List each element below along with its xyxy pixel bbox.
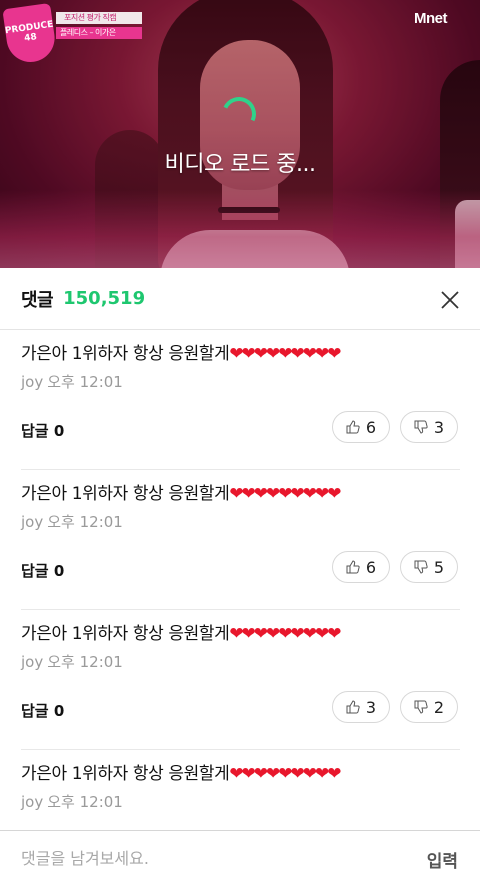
- comment-text: 가은아 1위하자 항상 응원할게❤❤❤❤❤❤❤❤❤: [21, 619, 342, 644]
- comment-item: 가은아 1위하자 항상 응원할게❤❤❤❤❤❤❤❤❤ joy 오후 12:01 답글…: [21, 610, 460, 750]
- dislike-count: 3: [433, 417, 445, 437]
- comment-time: 오후 12:01: [47, 513, 123, 531]
- like-count: 6: [365, 417, 377, 437]
- heart-emoji-icon: ❤❤❤❤❤❤❤❤❤: [229, 764, 341, 784]
- like-button[interactable]: 6: [332, 551, 390, 583]
- thumbs-down-icon: [414, 420, 428, 434]
- comment-author: joy: [21, 513, 44, 531]
- caption-top: 포지션 평가 직캠: [56, 12, 142, 24]
- comment-input[interactable]: [0, 831, 400, 884]
- like-button[interactable]: 6: [332, 411, 390, 443]
- comment-input-bar: 입력: [0, 830, 480, 884]
- loading-text: 비디오 로드 중...: [164, 152, 316, 177]
- comment-list[interactable]: 가은아 1위하자 항상 응원할게❤❤❤❤❤❤❤❤❤ joy 오후 12:01 답글…: [0, 330, 480, 830]
- comment-author: joy: [21, 653, 44, 671]
- comments-count: 150,519: [63, 288, 146, 309]
- comment-item: 가은아 1위하자 항상 응원할게❤❤❤❤❤❤❤❤❤ joy 오후 12:01 답글…: [21, 330, 460, 470]
- thumbs-up-icon: [346, 560, 360, 574]
- comment-meta: joy 오후 12:01: [21, 511, 123, 532]
- thumbs-up-icon: [346, 700, 360, 714]
- comment-body: 가은아 1위하자 항상 응원할게: [21, 764, 230, 784]
- comment-body: 가은아 1위하자 항상 응원할게: [21, 624, 230, 644]
- comment-author: joy: [21, 793, 44, 811]
- like-button[interactable]: 3: [332, 691, 390, 723]
- caption-bottom: 플레디스 – 이가은: [56, 27, 142, 39]
- comment-text: 가은아 1위하자 항상 응원할게❤❤❤❤❤❤❤❤❤: [21, 759, 342, 784]
- heart-emoji-icon: ❤❤❤❤❤❤❤❤❤: [229, 624, 341, 644]
- comment-author: joy: [21, 373, 44, 391]
- heart-emoji-icon: ❤❤❤❤❤❤❤❤❤: [229, 484, 341, 504]
- reply-count-button[interactable]: 답글 0: [21, 560, 64, 581]
- comment-body: 가은아 1위하자 항상 응원할게: [21, 484, 230, 504]
- close-icon: [441, 291, 459, 309]
- thumbs-down-icon: [414, 700, 428, 714]
- comment-meta: joy 오후 12:01: [21, 651, 123, 672]
- dislike-button[interactable]: 3: [400, 411, 458, 443]
- thumbs-up-icon: [346, 420, 360, 434]
- comment-item: 가은아 1위하자 항상 응원할게❤❤❤❤❤❤❤❤❤ joy 오후 12:01: [21, 750, 460, 830]
- video-caption: 포지션 평가 직캠 플레디스 – 이가은: [56, 12, 142, 39]
- submit-button[interactable]: 입력: [427, 847, 458, 872]
- reply-count-button[interactable]: 답글 0: [21, 700, 64, 721]
- dislike-count: 5: [433, 557, 445, 577]
- video-player[interactable]: PRODUCE 48 포지션 평가 직캠 플레디스 – 이가은 Mnet 비디오…: [0, 0, 480, 268]
- comment-text: 가은아 1위하자 항상 응원할게❤❤❤❤❤❤❤❤❤: [21, 479, 342, 504]
- thumbs-down-icon: [414, 560, 428, 574]
- channel-logo: Mnet: [414, 10, 448, 27]
- comment-body: 가은아 1위하자 항상 응원할게: [21, 344, 230, 364]
- like-count: 3: [365, 697, 377, 717]
- video-dim-overlay: [0, 0, 480, 268]
- comment-time: 오후 12:01: [47, 653, 123, 671]
- dislike-button[interactable]: 2: [400, 691, 458, 723]
- comments-header: 댓글 150,519: [0, 268, 480, 330]
- reply-count-button[interactable]: 답글 0: [21, 420, 64, 441]
- comment-time: 오후 12:01: [47, 793, 123, 811]
- dislike-count: 2: [433, 697, 445, 717]
- show-logo-text: PRODUCE 48: [4, 19, 54, 44]
- comment-meta: joy 오후 12:01: [21, 791, 123, 812]
- comment-text: 가은아 1위하자 항상 응원할게❤❤❤❤❤❤❤❤❤: [21, 339, 342, 364]
- like-count: 6: [365, 557, 377, 577]
- comment-item: 가은아 1위하자 항상 응원할게❤❤❤❤❤❤❤❤❤ joy 오후 12:01 답글…: [21, 470, 460, 610]
- heart-emoji-icon: ❤❤❤❤❤❤❤❤❤: [229, 344, 341, 364]
- comment-time: 오후 12:01: [47, 373, 123, 391]
- comments-title: 댓글: [21, 289, 54, 311]
- dislike-button[interactable]: 5: [400, 551, 458, 583]
- close-button[interactable]: [438, 288, 462, 312]
- comment-meta: joy 오후 12:01: [21, 371, 123, 392]
